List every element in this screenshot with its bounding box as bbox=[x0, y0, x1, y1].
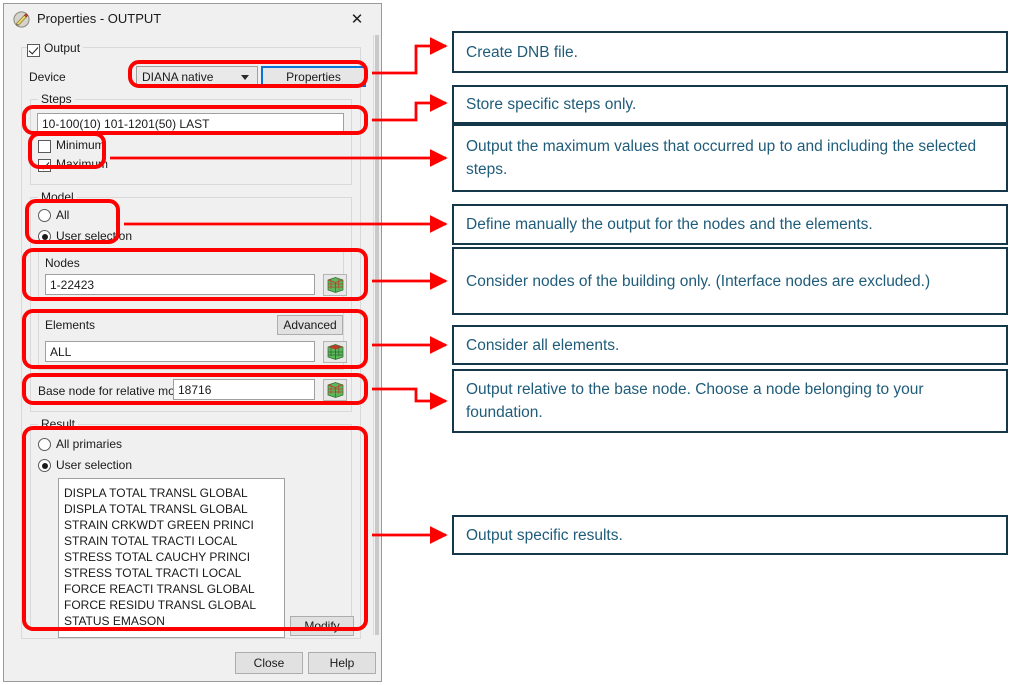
device-label: Device bbox=[29, 70, 66, 84]
annotation-specific-results: Output specific results. bbox=[452, 515, 1008, 555]
base-node-input[interactable]: 18716 bbox=[173, 379, 315, 400]
pencil-edit-icon bbox=[13, 11, 30, 28]
output-group-label: Output bbox=[41, 41, 84, 55]
steps-minimum-checkbox[interactable] bbox=[38, 140, 51, 153]
base-node-input-value: 18716 bbox=[178, 382, 212, 397]
mesh-cube-icon bbox=[327, 382, 343, 398]
annotation-define-manually: Define manually the output for the nodes… bbox=[452, 204, 1008, 245]
result-list-item[interactable]: STRESS TOTAL TRACTI LOCAL bbox=[59, 565, 284, 581]
result-listbox[interactable]: DISPLA TOTAL TRANSL GLOBAL DISPLA TOTAL T… bbox=[58, 478, 285, 638]
model-all-label: All bbox=[56, 208, 70, 222]
base-node-mesh-cube-icon-button[interactable] bbox=[323, 379, 347, 401]
nodes-input[interactable]: 1-22423 bbox=[45, 274, 315, 295]
result-list-item[interactable]: DISPLA TOTAL TRANSL GLOBAL bbox=[59, 501, 284, 517]
nodes-label: Nodes bbox=[45, 256, 80, 270]
result-list-item[interactable]: STRAIN CRKWDT GREEN PRINCI bbox=[59, 517, 284, 533]
steps-input-value: 10-100(10) 101-1201(50) LAST bbox=[42, 116, 210, 131]
result-modify-button[interactable]: Modify bbox=[290, 616, 354, 636]
scrollbar-thumb[interactable] bbox=[375, 35, 379, 635]
annotation-all-elements: Consider all elements. bbox=[452, 325, 1008, 365]
result-list-item[interactable]: DISPLA TOTAL TRANSL GLOBAL bbox=[59, 485, 284, 501]
dialog-scrollbar[interactable] bbox=[373, 35, 380, 635]
steps-maximum-label: Maximum bbox=[56, 157, 109, 171]
model-group-label: Model bbox=[38, 190, 77, 204]
chevron-down-icon bbox=[241, 74, 249, 80]
close-button[interactable]: Close bbox=[235, 652, 303, 674]
result-list-item[interactable]: STRAIN TOTAL TRACTI LOCAL bbox=[59, 533, 284, 549]
annotation-max-values: Output the maximum values that occurred … bbox=[452, 124, 1008, 192]
dialog-client-area: Output Device DIANA native Properties St… bbox=[5, 34, 381, 681]
elements-advanced-button[interactable]: Advanced bbox=[277, 315, 343, 335]
mesh-cube-icon bbox=[327, 344, 343, 360]
close-icon[interactable]: ✕ bbox=[337, 8, 377, 30]
base-node-label: Base node for relative motion bbox=[38, 384, 195, 398]
result-list-item[interactable]: FORCE REACTI TRANSL GLOBAL bbox=[59, 581, 284, 597]
nodes-input-value: 1-22423 bbox=[50, 277, 95, 292]
annotation-nodes-building: Consider nodes of the building only. (In… bbox=[452, 247, 1008, 315]
result-user-selection-radio[interactable] bbox=[38, 459, 51, 472]
elements-input-value: ALL bbox=[50, 344, 72, 359]
steps-group-label: Steps bbox=[38, 92, 75, 106]
result-list-items: DISPLA TOTAL TRANSL GLOBAL DISPLA TOTAL T… bbox=[59, 479, 284, 629]
result-all-primaries-radio[interactable] bbox=[38, 438, 51, 451]
device-selected-value: DIANA native bbox=[142, 69, 214, 84]
elements-input[interactable]: ALL bbox=[45, 341, 315, 362]
result-user-selection-label: User selection bbox=[56, 458, 133, 472]
output-checkbox[interactable] bbox=[27, 44, 40, 57]
properties-output-dialog: Properties - OUTPUT ✕ Output Device DIAN… bbox=[3, 3, 382, 682]
model-user-selection-radio[interactable] bbox=[38, 230, 51, 243]
result-list-item[interactable]: FORCE RESIDU TRANSL GLOBAL bbox=[59, 597, 284, 613]
title-bar: Properties - OUTPUT ✕ bbox=[4, 4, 381, 34]
model-all-radio[interactable] bbox=[38, 209, 51, 222]
annotation-base-node: Output relative to the base node. Choose… bbox=[452, 369, 1008, 433]
nodes-mesh-cube-icon-button[interactable] bbox=[323, 274, 347, 296]
steps-input[interactable]: 10-100(10) 101-1201(50) LAST bbox=[37, 113, 344, 134]
mesh-cube-icon bbox=[327, 277, 343, 293]
result-list-item[interactable]: STATUS EMASON bbox=[59, 613, 284, 629]
device-combobox[interactable]: DIANA native bbox=[136, 66, 258, 87]
steps-maximum-checkbox[interactable] bbox=[38, 159, 51, 172]
model-user-selection-label: User selection bbox=[56, 229, 133, 243]
device-properties-button[interactable]: Properties bbox=[261, 66, 366, 87]
window-title: Properties - OUTPUT bbox=[37, 11, 162, 26]
annotation-create-dnb: Create DNB file. bbox=[452, 31, 1008, 73]
elements-mesh-cube-icon-button[interactable] bbox=[323, 341, 347, 363]
help-button[interactable]: Help bbox=[308, 652, 376, 674]
steps-minimum-label: Minimum bbox=[56, 138, 105, 152]
result-list-item[interactable]: STRESS TOTAL CAUCHY PRINCI bbox=[59, 549, 284, 565]
annotation-store-steps: Store specific steps only. bbox=[452, 85, 1008, 124]
result-group-label: Result bbox=[38, 417, 79, 431]
result-all-primaries-label: All primaries bbox=[56, 437, 123, 451]
elements-label: Elements bbox=[45, 318, 96, 332]
